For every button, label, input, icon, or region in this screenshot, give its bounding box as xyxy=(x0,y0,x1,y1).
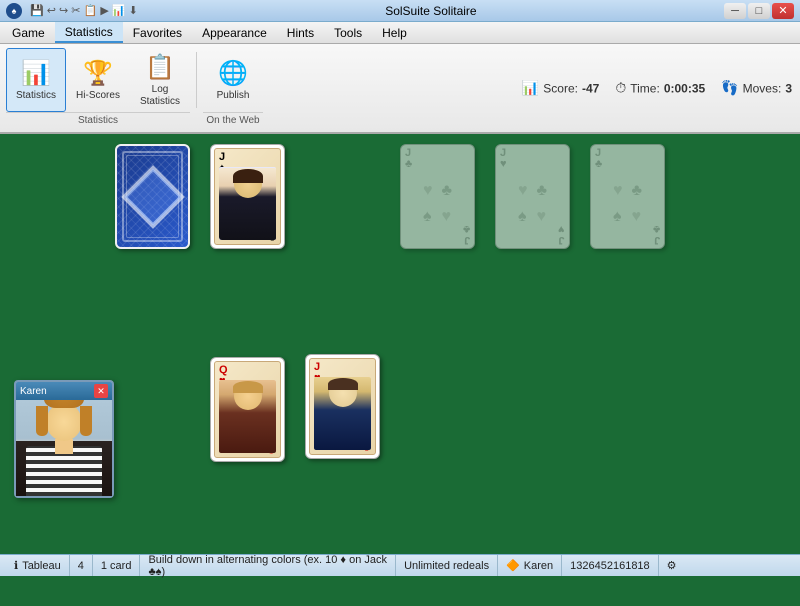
avatar-name: Karen xyxy=(20,386,47,397)
status-redeals: Unlimited redeals xyxy=(396,555,498,576)
hi-scores-icon: 🏆 xyxy=(83,59,113,88)
time-label: Time: xyxy=(630,81,660,95)
minimize-button[interactable]: ─ xyxy=(724,3,746,19)
avatar-close-button[interactable]: ✕ xyxy=(94,384,108,398)
status-redeals-value: Unlimited redeals xyxy=(404,560,489,572)
publish-label: Publish xyxy=(217,90,250,102)
status-number-value: 4 xyxy=(78,560,84,572)
status-mode-label: Tableau xyxy=(22,560,61,572)
toolbar-btn-publish[interactable]: 🌐 Publish xyxy=(203,48,263,112)
status-info-right: ⚙ xyxy=(659,555,794,576)
status-card-count: 1 card xyxy=(93,555,141,576)
hi-scores-label: Hi-Scores xyxy=(76,90,120,102)
menu-tools[interactable]: Tools xyxy=(324,22,372,43)
score-status: 📊 Score: -47 xyxy=(522,80,599,97)
web-group-label: On the Web xyxy=(203,112,263,126)
toolbar-status: 📊 Score: -47 ⏱ Time: 0:00:35 👣 Moves: 3 xyxy=(522,80,792,97)
title-controls: ─ □ ✕ xyxy=(724,3,794,19)
toolbar: 📊 Statistics 🏆 Hi-Scores 📋 Log Statistic… xyxy=(0,44,800,134)
moves-value: 3 xyxy=(785,81,792,95)
time-value: 0:00:35 xyxy=(664,81,705,95)
waste-card-q-hearts[interactable]: Q♥ Q♥ xyxy=(210,357,285,462)
status-info-icon: ℹ xyxy=(14,559,18,572)
status-player-name: Karen xyxy=(524,560,553,572)
menu-help[interactable]: Help xyxy=(372,22,417,43)
moves-label: Moves: xyxy=(743,81,782,95)
status-seed-value: 1326452161818 xyxy=(570,560,650,572)
status-hint: Build down in alternating colors (ex. 10… xyxy=(140,555,396,576)
status-number: 4 xyxy=(70,555,93,576)
toolbar-btn-log-statistics[interactable]: 📋 Log Statistics xyxy=(130,48,190,112)
close-button[interactable]: ✕ xyxy=(772,3,794,19)
placeholder-3: J♣ J♣ ♥ ♣ ♠ ♥ xyxy=(590,144,665,249)
app-icon: ♠ xyxy=(6,3,22,19)
status-hint-text: Build down in alternating colors (ex. 10… xyxy=(148,554,387,578)
avatar-title-bar: Karen ✕ xyxy=(16,382,112,400)
statistics-icon: 📊 xyxy=(21,59,51,88)
status-mode: ℹ Tableau xyxy=(6,555,70,576)
status-card-count-value: 1 card xyxy=(101,560,132,572)
toolbar-group-web: 🌐 Publish On the Web xyxy=(203,48,263,128)
toolbar-divider xyxy=(196,52,197,108)
status-player: 🔶 Karen xyxy=(498,555,562,576)
score-icon: 📊 xyxy=(522,80,539,97)
toolbar-btn-hi-scores[interactable]: 🏆 Hi-Scores xyxy=(68,48,128,112)
time-status: ⏱ Time: 0:00:35 xyxy=(615,80,705,97)
toolbar-btn-statistics[interactable]: 📊 Statistics xyxy=(6,48,66,112)
status-right-icon: ⚙ xyxy=(667,559,677,572)
publish-icon: 🌐 xyxy=(218,59,248,88)
waste-card-top[interactable]: J♠ J♠ xyxy=(210,144,285,249)
maximize-button[interactable]: □ xyxy=(748,3,770,19)
score-label: Score: xyxy=(543,81,578,95)
status-seed: 1326452161818 xyxy=(562,555,659,576)
col1-jack-hearts[interactable]: J♥ J♥ xyxy=(305,354,380,459)
menu-statistics[interactable]: Statistics xyxy=(55,22,123,43)
status-player-icon: 🔶 xyxy=(506,559,520,572)
time-icon: ⏱ xyxy=(615,80,626,97)
moves-status: 👣 Moves: 3 xyxy=(721,80,792,97)
log-statistics-label: Log Statistics xyxy=(140,84,180,108)
statistics-label: Statistics xyxy=(16,90,56,102)
score-value: -47 xyxy=(582,81,599,95)
menu-appearance[interactable]: Appearance xyxy=(192,22,277,43)
log-statistics-icon: 📋 xyxy=(145,53,175,82)
stock-card[interactable] xyxy=(115,144,190,249)
placeholder-2: J♥ J♥ ♥ ♣ ♠ ♥ xyxy=(495,144,570,249)
title-bar: ♠ 💾 ↩ ↪ ✂ 📋 ▶ 📊 ⬇ SolSuite Solitaire ─ □… xyxy=(0,0,800,22)
avatar-photo xyxy=(16,400,112,496)
placeholder-1: J♣ J♣ ♥ ♣ ♠ ♥ xyxy=(400,144,475,249)
avatar-window: Karen ✕ xyxy=(14,380,114,498)
menu-game[interactable]: Game xyxy=(2,22,55,43)
title-text: SolSuite Solitaire xyxy=(385,4,476,18)
menu-hints[interactable]: Hints xyxy=(277,22,324,43)
toolbar-group-statistics: 📊 Statistics 🏆 Hi-Scores 📋 Log Statistic… xyxy=(6,48,190,128)
statistics-group-label: Statistics xyxy=(6,112,190,126)
status-bar: ℹ Tableau 4 1 card Build down in alterna… xyxy=(0,554,800,576)
menu-bar: Game Statistics Favorites Appearance Hin… xyxy=(0,22,800,44)
moves-icon: 👣 xyxy=(721,80,738,97)
game-area[interactable]: J♠ J♠ Q♥ Q♥ xyxy=(0,134,800,554)
menu-favorites[interactable]: Favorites xyxy=(123,22,192,43)
